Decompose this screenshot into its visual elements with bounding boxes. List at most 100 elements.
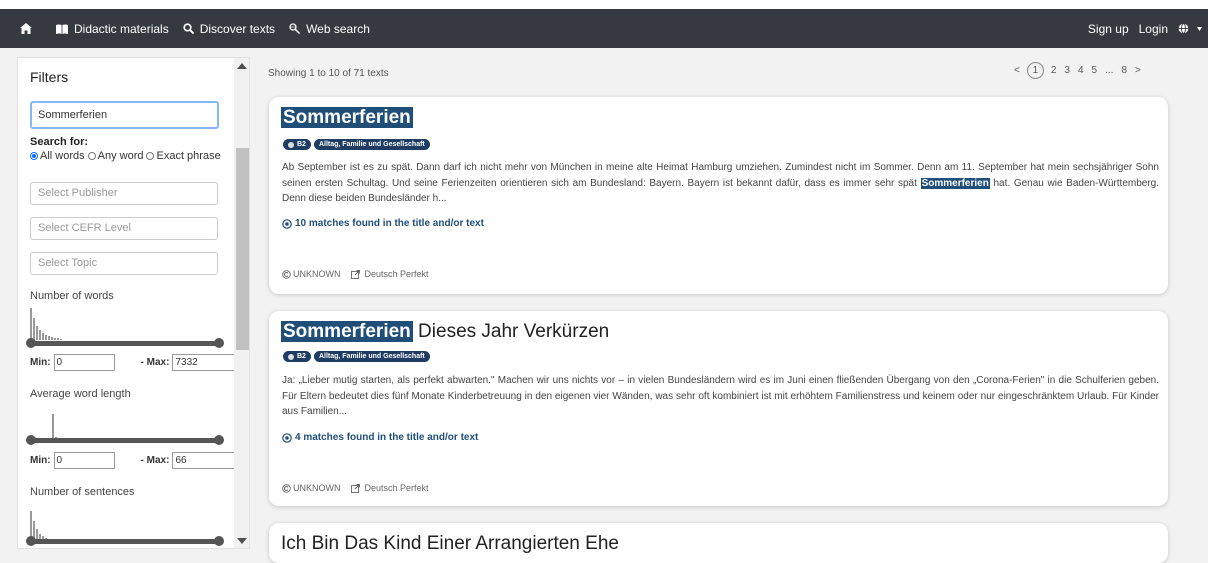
title-rest: Ich Bin Das Kind Einer Arrangierten Ehe — [281, 533, 619, 554]
topic-badge: Alltag, Familie und Gesellschaft — [313, 351, 430, 362]
matches-text: 4 matches found in the title and/or text — [295, 432, 479, 443]
target-icon — [282, 432, 292, 443]
source-link[interactable]: Deutsch Perfekt — [365, 269, 429, 279]
num-sentences-label: Number of sentences — [30, 486, 135, 498]
result-badges: B2 Alltag, Familie und Gesellschaft — [283, 351, 433, 362]
nav-didactic-label: Didactic materials — [74, 21, 169, 36]
cefr-level-select[interactable]: Select CEFR Level — [30, 217, 218, 240]
page-ellipsis: ... — [1105, 65, 1114, 76]
title-rest: Dieses Jahr Verkürzen — [412, 321, 610, 342]
search-input[interactable]: Sommerferien — [30, 101, 219, 129]
num-sentences-histogram — [30, 511, 110, 541]
radio-exact-label: Exact phrase — [156, 150, 221, 162]
topic-select[interactable]: Select Topic — [30, 252, 218, 275]
level-badge: B2 — [283, 139, 311, 150]
search-icon — [183, 23, 194, 34]
filters-panel: Filters Sommerferien Search for: All wor… — [17, 57, 250, 549]
matches-link[interactable]: 10 matches found in the title and/or tex… — [282, 218, 484, 229]
num-words-label: Number of words — [30, 290, 114, 302]
avg-word-length-label: Average word length — [30, 388, 131, 400]
top-navbar: Didactic materials Discover texts Web se… — [0, 0, 1208, 48]
avg-length-max-input[interactable]: 66 — [172, 452, 237, 469]
num-words-min-handle[interactable] — [26, 338, 36, 348]
scroll-up-arrow-icon[interactable] — [237, 63, 247, 69]
search-for-label: Search for: — [30, 136, 89, 148]
page-4[interactable]: 4 — [1078, 65, 1084, 76]
login-link[interactable]: Login — [1139, 22, 1168, 36]
num-sentences-max-handle[interactable] — [214, 536, 224, 546]
result-title[interactable]: Ich Bin Das Kind Einer Arrangierten Ehe — [281, 533, 619, 555]
publisher-select[interactable]: Select Publisher — [30, 182, 218, 205]
level-text: B2 — [297, 141, 306, 148]
page-1[interactable]: 1 — [1026, 62, 1044, 79]
external-link-icon[interactable] — [350, 269, 360, 279]
language-menu[interactable] — [1178, 23, 1208, 34]
radio-all-label: All words — [40, 150, 85, 162]
page-2[interactable]: 2 — [1051, 65, 1057, 76]
nav-web-search[interactable]: Web search — [289, 22, 370, 36]
num-sentences-slider[interactable] — [26, 536, 224, 546]
home-icon — [20, 23, 32, 34]
page-next[interactable]: > — [1135, 65, 1141, 76]
num-words-slider[interactable] — [26, 338, 224, 348]
level-dot-icon — [288, 353, 294, 360]
result-badges: B2 Alltag, Familie und Gesellschaft — [283, 139, 433, 150]
title-highlight: Sommerferien — [281, 321, 413, 342]
max-label: - Max: — [140, 455, 170, 466]
sidebar-scroll-thumb[interactable] — [236, 148, 249, 350]
home-link[interactable] — [20, 23, 38, 34]
avg-length-slider[interactable] — [26, 435, 224, 445]
radio-any-word[interactable] — [87, 152, 96, 160]
radio-all-words[interactable] — [30, 152, 38, 160]
signup-label: Sign up — [1087, 21, 1129, 36]
target-icon — [282, 218, 292, 229]
max-label: - Max: — [140, 357, 170, 368]
source-link[interactable]: Deutsch Perfekt — [365, 483, 429, 493]
level-text: B2 — [297, 353, 306, 360]
page-3[interactable]: 3 — [1064, 65, 1070, 76]
nav-didactic-materials[interactable]: Didactic materials — [56, 22, 169, 36]
scroll-down-arrow-icon[interactable] — [237, 538, 247, 544]
license-text: UNKNOWN — [293, 269, 341, 279]
num-sentences-min-handle[interactable] — [26, 536, 36, 546]
radio-exact-phrase[interactable] — [146, 152, 155, 160]
num-words-max-handle[interactable] — [214, 338, 224, 348]
matches-text: 10 matches found in the title and/or tex… — [295, 218, 484, 229]
avg-length-min-handle[interactable] — [26, 435, 36, 445]
avg-length-range: Min: 0 - Max: 66 — [30, 452, 237, 469]
result-card[interactable]: Sommerferien Dieses Jahr Verkürzen B2 Al… — [269, 311, 1168, 506]
min-label: Min: — [30, 357, 51, 368]
page-prev[interactable]: < — [1014, 65, 1020, 76]
result-excerpt: Ab September ist es zu spät. Dann darf i… — [282, 160, 1159, 207]
avg-length-histogram — [30, 410, 110, 440]
result-title[interactable]: Sommerferien — [281, 107, 413, 129]
matches-link[interactable]: 4 matches found in the title and/or text — [282, 432, 478, 443]
external-link-icon[interactable] — [350, 483, 360, 493]
num-words-max-input[interactable]: 7332 — [172, 354, 237, 371]
avg-length-max-handle[interactable] — [214, 435, 224, 445]
page-5[interactable]: 5 — [1092, 65, 1098, 76]
num-words-min-input[interactable]: 0 — [53, 354, 115, 371]
num-words-histogram — [30, 308, 110, 340]
level-dot-icon — [288, 141, 294, 148]
book-icon — [56, 24, 68, 34]
level-badge: B2 — [283, 351, 311, 362]
filters-title: Filters — [30, 69, 69, 85]
result-card[interactable]: Sommerferien B2 Alltag, Familie und Gese… — [269, 97, 1168, 294]
min-label: Min: — [30, 455, 51, 466]
results-count: Showing 1 to 10 of 71 texts — [268, 68, 389, 79]
result-meta: UNKNOWN Deutsch Perfekt — [282, 269, 429, 279]
copyright-icon — [282, 269, 291, 279]
nav-discover-label: Discover texts — [199, 21, 276, 36]
nav-discover-texts[interactable]: Discover texts — [183, 22, 275, 36]
license-text: UNKNOWN — [293, 483, 341, 493]
globe-icon — [1178, 23, 1189, 34]
signup-link[interactable]: Sign up — [1088, 22, 1129, 36]
result-card[interactable]: Ich Bin Das Kind Einer Arrangierten Ehe — [269, 523, 1168, 563]
result-title[interactable]: Sommerferien Dieses Jahr Verkürzen — [281, 321, 609, 343]
title-highlight: Sommerferien — [281, 107, 413, 128]
page-8[interactable]: 8 — [1121, 65, 1127, 76]
search-mode-options: All words Any word Exact phrase — [30, 150, 224, 162]
avg-length-min-input[interactable]: 0 — [53, 452, 115, 469]
pagination: < 1 2 3 4 5 ... 8 > — [1010, 62, 1145, 79]
